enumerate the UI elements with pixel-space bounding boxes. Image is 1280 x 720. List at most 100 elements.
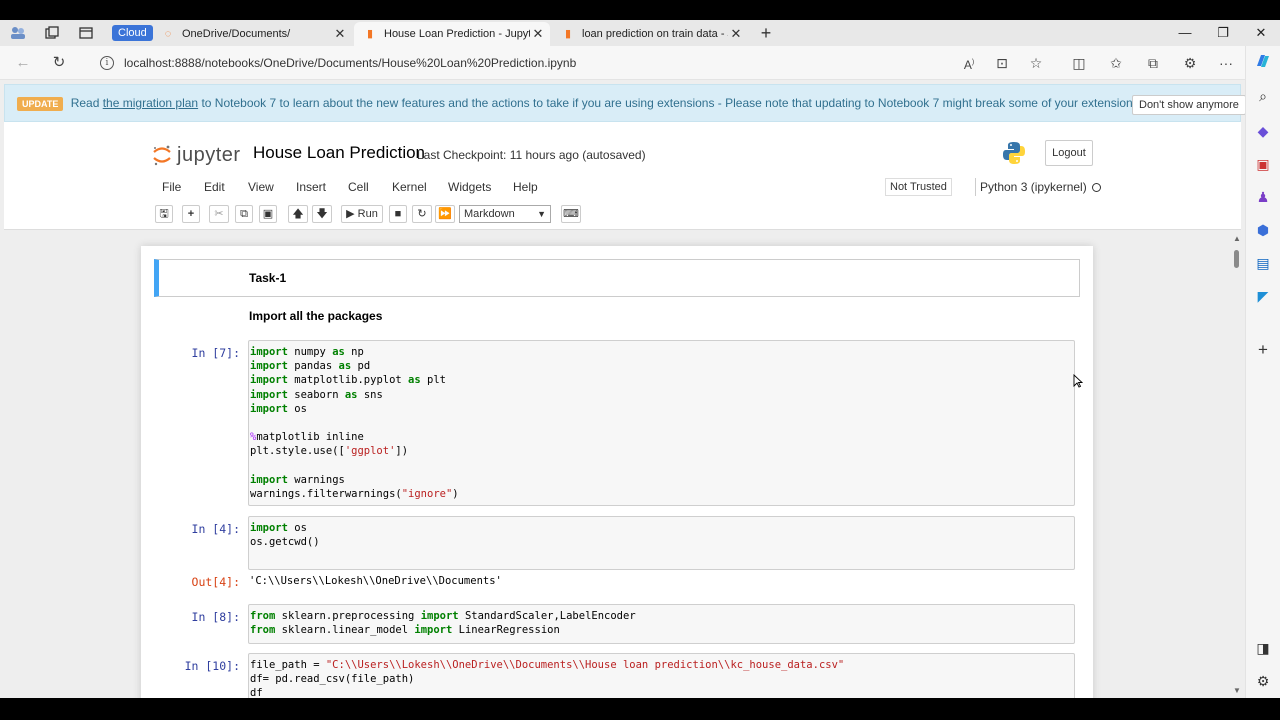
stop-icon[interactable]: ■ — [389, 205, 407, 223]
close-icon[interactable]: ✕ — [728, 26, 744, 42]
code-cell-getcwd[interactable]: import os os.getcwd() — [248, 516, 1075, 570]
restart-icon[interactable]: ↻ — [412, 205, 432, 223]
workspaces-icon[interactable] — [42, 24, 62, 42]
menu-kernel[interactable]: Kernel — [392, 180, 427, 194]
markdown-cell-import[interactable]: Import all the packages — [154, 302, 1080, 328]
search-icon[interactable]: ⌕ — [1253, 86, 1273, 106]
code-token: sklearn.preprocessing — [275, 610, 421, 622]
sidebar-toggle-icon[interactable]: ◨ — [1253, 638, 1273, 658]
scroll-down-icon[interactable]: ▼ — [1232, 686, 1242, 695]
banner-text-after: to Notebook 7 to learn about the new fea… — [201, 96, 1143, 110]
edge-sidebar: ⌕ ◆ ▣ ♟ ⬢ ▤ ◤ + ◨ ⚙ — [1245, 46, 1280, 698]
close-window-icon[interactable]: ✕ — [1242, 22, 1280, 44]
code-token: pd — [351, 360, 371, 373]
settings-icon[interactable]: ⚙ — [1253, 671, 1273, 691]
cell-type-select[interactable]: Markdown ▼ — [459, 205, 551, 223]
menu-help[interactable]: Help — [513, 180, 538, 194]
code-line: os.getcwd() — [250, 535, 1074, 549]
scroll-up-icon[interactable]: ▲ — [1232, 234, 1242, 243]
menu-edit[interactable]: Edit — [204, 180, 225, 194]
restore-icon[interactable]: ❐ — [1204, 22, 1242, 44]
notebook-title[interactable]: House Loan Prediction — [253, 143, 425, 163]
tab-loan-train[interactable]: ▮ loan prediction on train data - Jupyte… — [552, 22, 748, 46]
profile-icon[interactable] — [8, 24, 28, 42]
new-tab-icon[interactable]: + — [756, 23, 776, 43]
chevron-down-icon: ▼ — [537, 209, 546, 219]
move-down-icon[interactable]: 🡇 — [312, 205, 332, 223]
outlook-icon[interactable]: ▤ — [1253, 253, 1273, 273]
code-cell-sklearn[interactable]: from sklearn.preprocessing import Standa… — [248, 604, 1075, 644]
more-menu-icon[interactable]: ··· — [1214, 52, 1238, 74]
input-prompt: In [8]: — [191, 610, 240, 624]
favorites-icon[interactable]: ✩ — [1104, 52, 1128, 74]
menu-file[interactable]: File — [162, 180, 181, 194]
menu-view[interactable]: View — [248, 180, 274, 194]
jupyter-logo[interactable]: jupyter — [152, 142, 241, 168]
info-icon[interactable]: i — [100, 56, 114, 70]
migration-plan-link[interactable]: the migration plan — [103, 96, 198, 110]
read-aloud-icon[interactable]: A) — [957, 52, 981, 74]
move-up-icon[interactable]: 🡅 — [288, 205, 308, 223]
split-screen-icon[interactable]: ◫ — [1067, 52, 1091, 74]
tab-actions-icon[interactable] — [76, 24, 96, 42]
code-line: file_path = "C:\\Users\\Lokesh\\OneDrive… — [250, 658, 1074, 672]
run-button[interactable]: ▶ Run — [341, 205, 383, 223]
paste-icon[interactable]: ▣ — [259, 205, 277, 223]
dont-show-button[interactable]: Don't show anymore — [1132, 95, 1245, 115]
extensions-icon[interactable]: ⚙ — [1178, 52, 1202, 74]
bottom-black-bar — [0, 698, 1280, 720]
microsoft365-icon[interactable]: ⬢ — [1253, 220, 1273, 240]
add-sidebar-app-icon[interactable]: + — [1253, 340, 1273, 360]
code-cell-readcsv[interactable]: file_path = "C:\\Users\\Lokesh\\OneDrive… — [248, 653, 1075, 698]
top-black-bar — [0, 0, 1280, 20]
minimize-icon[interactable]: — — [1166, 22, 1204, 44]
code-cell-imports[interactable]: import numpy as np import pandas as pd i… — [248, 340, 1075, 506]
tab-house-loan[interactable]: ▮ House Loan Prediction - Jupyter ✕ — [354, 22, 550, 46]
tools-icon[interactable]: ▣ — [1253, 154, 1273, 174]
kernel-name: Python 3 (ipykernel) — [980, 180, 1087, 194]
favorite-star-icon[interactable]: ☆ — [1024, 52, 1048, 74]
insert-cell-icon[interactable]: + — [182, 205, 200, 223]
copilot-icon[interactable] — [1253, 52, 1273, 72]
save-icon[interactable]: 🖫 — [155, 205, 173, 223]
games-icon[interactable]: ♟ — [1253, 187, 1273, 207]
collections-icon[interactable]: ⧉ — [1141, 52, 1165, 74]
immersive-reader-icon[interactable]: ⊡ — [990, 52, 1014, 74]
scroll-thumb[interactable] — [1234, 250, 1239, 268]
menu-cell[interactable]: Cell — [348, 180, 369, 194]
code-line: from sklearn.linear_model import LinearR… — [250, 623, 1074, 637]
close-icon[interactable]: ✕ — [332, 26, 348, 42]
input-prompt: In [10]: — [184, 659, 240, 673]
code-line: %matplotlib inline — [250, 430, 1074, 444]
command-palette-icon[interactable]: ⌨ — [561, 205, 581, 223]
code-token: os.getcwd() — [250, 536, 320, 549]
tab-onedrive[interactable]: ◌ OneDrive/Documents/ ✕ — [152, 22, 352, 46]
menu-widgets[interactable]: Widgets — [448, 180, 491, 194]
code-token: df — [250, 687, 263, 698]
markdown-cell-task[interactable]: Task-1 — [154, 259, 1080, 297]
not-trusted-indicator[interactable]: Not Trusted — [885, 178, 952, 196]
cloud-badge[interactable]: Cloud — [112, 25, 153, 41]
fast-forward-icon[interactable]: ⏩ — [435, 205, 455, 223]
back-icon[interactable]: ← — [12, 53, 34, 73]
close-icon[interactable]: ✕ — [530, 26, 546, 42]
cut-icon[interactable]: ✂ — [209, 205, 229, 223]
code-line: import os — [250, 402, 1074, 416]
code-token: warnings.filterwarnings( — [250, 487, 402, 500]
menu-insert[interactable]: Insert — [296, 180, 326, 194]
play-icon: ▶ — [346, 208, 355, 220]
code-token: import — [250, 473, 288, 486]
code-token: os — [287, 402, 307, 415]
code-token: from — [250, 610, 276, 622]
drop-icon[interactable]: ◤ — [1253, 286, 1273, 306]
code-token: StandardScaler,LabelEncoder — [458, 610, 636, 622]
address-bar[interactable]: i localhost:8888/notebooks/OneDrive/Docu… — [94, 51, 944, 75]
shopping-icon[interactable]: ◆ — [1253, 121, 1273, 141]
logout-button[interactable]: Logout — [1045, 140, 1093, 166]
refresh-icon[interactable]: ↻ — [48, 53, 70, 73]
page-scrollbar[interactable]: ▲ ▼ — [1230, 232, 1244, 698]
copy-icon[interactable]: ⧉ — [235, 205, 253, 223]
code-line: import matplotlib.pyplot as plt — [250, 373, 1074, 387]
